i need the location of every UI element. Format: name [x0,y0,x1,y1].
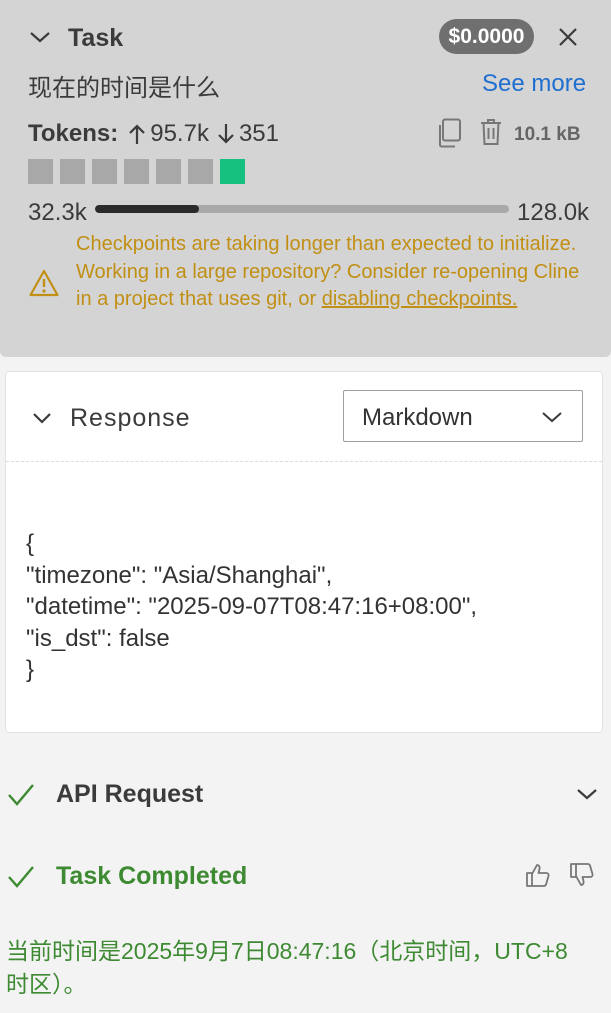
task-completed-check-icon [7,864,35,895]
checkpoint-marker[interactable] [28,159,53,184]
completion-result: 当前时间是2025年9月7日08:47:16（北京时间，UTC+8时区）。 [6,938,568,997]
cost-badge: $0.0000 [439,19,534,54]
thumbs-up-icon[interactable] [525,862,551,893]
task-title: Task [68,24,124,52]
tokens-label: Tokens: [28,120,119,147]
response-content: { "timezone": "Asia/Shanghai", "datetime… [26,530,478,683]
checkpoint-marker[interactable] [156,159,181,184]
task-header: Task $0.0000 现在的时间是什么 See more Tokens: 9… [0,0,611,357]
thumbs-down-icon[interactable] [569,862,595,893]
collapse-task-chevron-icon[interactable] [28,27,52,47]
context-window-bar [95,205,509,213]
arrow-down-icon [218,124,234,144]
copy-icon[interactable] [436,118,462,153]
format-select[interactable]: Markdown [343,390,583,442]
api-request-label[interactable]: API Request [56,780,203,809]
arrow-up-icon [129,124,146,144]
response-title: Response [70,404,191,432]
checkpoint-warning: Checkpoints are taking longer than expec… [76,231,596,314]
tokens-in: 95.7k [150,120,209,147]
context-window-fill [95,205,200,213]
checkpoint-marker[interactable] [92,159,117,184]
task-completed-label: Task Completed [56,862,248,890]
tokens-info: Tokens: 95.7k 351 [28,120,287,148]
checkpoint-marker[interactable] [220,159,245,184]
collapse-response-chevron-icon[interactable] [31,409,53,432]
check-icon [7,782,35,813]
context-used: 32.3k [28,199,87,226]
response-header: Response Markdown [6,372,602,462]
tokens-out: 351 [238,120,279,147]
checkpoint-marker[interactable] [188,159,213,184]
checkpoint-markers [28,159,252,184]
see-more-link[interactable]: See more [482,70,586,98]
checkpoint-marker[interactable] [124,159,149,184]
expand-chevron-icon[interactable] [575,785,599,808]
context-max: 128.0k [517,199,590,226]
cache-size: 10.1 kB [514,124,581,145]
checkpoint-marker[interactable] [60,159,85,184]
warning-icon [29,269,59,302]
disabling-checkpoints-link[interactable]: disabling checkpoints. [322,288,518,310]
close-icon[interactable] [556,25,580,54]
task-question: 现在的时间是什么 [28,75,220,102]
chevron-down-icon [541,408,563,431]
format-select-value: Markdown [362,404,473,431]
response-card: Response Markdown { "timezone": "Asia/Sh… [5,371,603,733]
trash-icon[interactable] [479,118,503,151]
